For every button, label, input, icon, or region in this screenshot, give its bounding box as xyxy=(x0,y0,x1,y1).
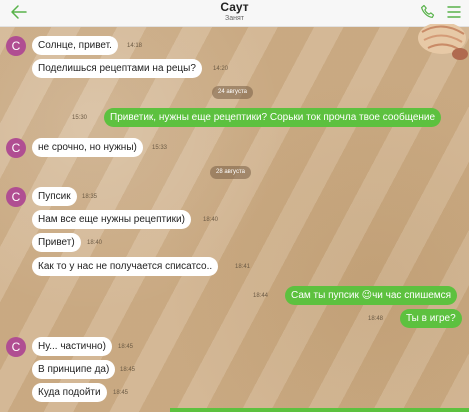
contact-name: Саут xyxy=(220,0,249,14)
phone-icon[interactable] xyxy=(420,4,436,20)
message-bubble-outgoing-partial[interactable] xyxy=(170,408,469,412)
message-time: 18:45 xyxy=(120,367,136,373)
contact-info[interactable]: Саут Занят xyxy=(0,0,469,23)
message-bubble-outgoing[interactable]: Ты в игре? xyxy=(400,309,462,328)
message-time: 18:40 xyxy=(203,217,219,223)
message-time: 18:40 xyxy=(87,240,103,246)
message-bubble-incoming[interactable]: Привет) xyxy=(32,233,81,252)
menu-icon[interactable] xyxy=(447,4,461,20)
message-time: 18:45 xyxy=(113,390,129,396)
contact-avatar[interactable]: С xyxy=(6,36,26,56)
contact-avatar[interactable]: С xyxy=(6,337,26,357)
message-time: 18:44 xyxy=(253,293,269,299)
contact-avatar[interactable]: С xyxy=(6,138,26,158)
message-bubble-outgoing[interactable]: Приветик, нужны еще рецептики? Сорьки то… xyxy=(104,108,442,127)
message-bubble-incoming[interactable]: В принципе да) xyxy=(32,360,116,379)
message-time: 18:48 xyxy=(368,316,384,322)
message-bubble-incoming[interactable]: Пупсик xyxy=(32,187,77,206)
message-bubble-incoming[interactable]: Поделишься рецептами на рецы? xyxy=(32,59,202,78)
seashell-decoration xyxy=(418,24,468,60)
message-bubble-incoming[interactable]: не срочно, но нужны) xyxy=(32,138,143,157)
message-bubble-incoming[interactable]: Ну... частично) xyxy=(32,337,112,356)
message-bubble-incoming[interactable]: Солнце, привет. xyxy=(32,36,118,55)
contact-status: Занят xyxy=(225,15,244,22)
message-bubble-outgoing[interactable]: Сам ты пупсик 😉чи час спишемся xyxy=(285,286,458,305)
date-separator: 28 августа xyxy=(210,166,252,179)
message-time: 15:33 xyxy=(152,145,168,151)
message-time: 14:18 xyxy=(127,43,143,49)
chat-header: Саут Занят xyxy=(0,0,469,27)
message-time: 18:41 xyxy=(235,264,251,270)
message-time: 14:20 xyxy=(213,66,229,72)
message-bubble-incoming[interactable]: Нам все еще нужны рецептики) xyxy=(32,210,191,229)
message-time: 18:35 xyxy=(82,194,98,200)
message-bubble-incoming[interactable]: Как то у нас не получается списатсо.. xyxy=(32,257,219,276)
message-bubble-incoming[interactable]: Куда подойти xyxy=(32,383,107,402)
message-time: 15:30 xyxy=(72,115,88,121)
contact-avatar[interactable]: С xyxy=(6,187,26,207)
date-separator: 24 августа xyxy=(212,86,254,99)
message-time: 18:45 xyxy=(118,344,134,350)
